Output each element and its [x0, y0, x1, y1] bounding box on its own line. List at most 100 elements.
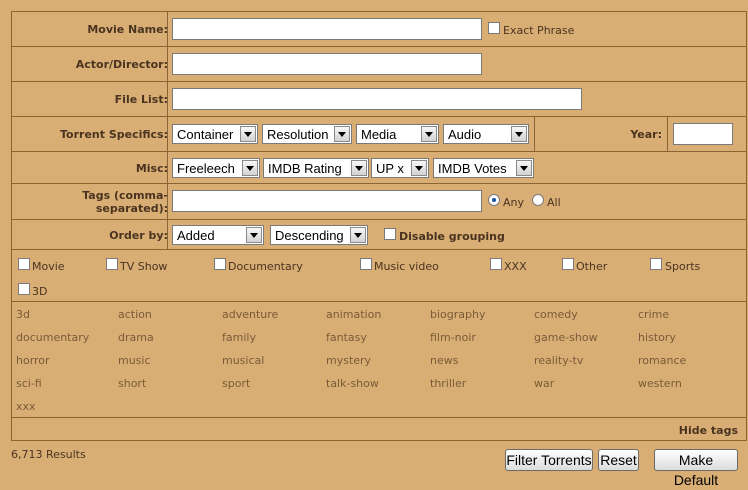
disable-grouping-checkbox[interactable] [384, 228, 396, 240]
category-checkbox-xxx[interactable] [490, 258, 502, 270]
tag-link[interactable]: horror [16, 354, 50, 367]
category-checkbox-sports[interactable] [650, 258, 662, 270]
tag-link[interactable]: sport [222, 377, 250, 390]
misc-label: Misc: [135, 162, 168, 175]
order-field-select[interactable]: Added [172, 225, 264, 245]
tag-link[interactable]: action [118, 308, 152, 321]
tag-link[interactable]: reality-tv [534, 354, 583, 367]
imdb-votes-select-value: IMDB Votes [438, 161, 507, 176]
audio-select[interactable]: Audio [443, 124, 529, 144]
category-label: Documentary [228, 260, 303, 273]
tag-link[interactable]: comedy [534, 308, 578, 321]
category-label: XXX [504, 260, 527, 273]
reset-button[interactable]: Reset [598, 449, 639, 471]
tags-label-line1: Tags (comma- [82, 189, 168, 202]
chevron-down-icon [411, 160, 427, 176]
category-checkbox-tv-show[interactable] [106, 258, 118, 270]
actor-director-input[interactable] [172, 53, 482, 75]
results-count: 6,713 Results [11, 448, 86, 461]
chevron-down-icon [334, 126, 350, 142]
tag-link[interactable]: family [222, 331, 256, 344]
tags-all-label: All [547, 196, 561, 209]
row-tags: Tags (comma- separated): Any All [12, 184, 746, 220]
tag-link[interactable]: talk-show [326, 377, 379, 390]
tags-all-radio[interactable] [532, 194, 544, 206]
category-label: Sports [665, 260, 701, 273]
audio-select-value: Audio [448, 127, 482, 142]
tag-link[interactable]: film-noir [430, 331, 476, 344]
row-file-list: File List: [12, 82, 746, 117]
tag-link[interactable]: animation [326, 308, 381, 321]
tags-any-radio[interactable] [488, 194, 500, 206]
tag-link[interactable]: musical [222, 354, 264, 367]
file-list-input[interactable] [172, 88, 582, 110]
exact-phrase-label: Exact Phrase [503, 24, 575, 37]
up-select[interactable]: UP x [371, 158, 429, 178]
tag-link[interactable]: history [638, 331, 676, 344]
media-select[interactable]: Media [356, 124, 439, 144]
exact-phrase-checkbox[interactable] [488, 22, 500, 34]
tag-link[interactable]: 3d [16, 308, 30, 321]
chevron-down-icon [421, 126, 437, 142]
chevron-down-icon [350, 227, 366, 243]
tag-link[interactable]: western [638, 377, 682, 390]
freeleech-select-value: Freeleech [177, 161, 235, 176]
tag-link[interactable]: mystery [326, 354, 371, 367]
tag-link[interactable]: biography [430, 308, 485, 321]
resolution-select-value: Resolution [267, 127, 329, 142]
tag-link[interactable]: documentary [16, 331, 89, 344]
row-actor-director: Actor/Director: [12, 47, 746, 82]
row-torrent-specifics: Torrent Specifics: Container Resolution … [12, 117, 746, 152]
tags-label-line2: separated): [95, 202, 168, 215]
category-label: TV Show [120, 260, 168, 273]
freeleech-select[interactable]: Freeleech [172, 158, 260, 178]
category-checkbox-documentary[interactable] [214, 258, 226, 270]
category-checkbox-3d[interactable] [18, 283, 30, 295]
actor-director-label: Actor/Director: [75, 58, 168, 71]
tag-link[interactable]: news [430, 354, 458, 367]
tag-link[interactable]: xxx [16, 400, 36, 413]
category-checkbox-movie[interactable] [18, 258, 30, 270]
tag-link[interactable]: romance [638, 354, 686, 367]
chevron-down-icon [242, 160, 258, 176]
tag-link[interactable]: short [118, 377, 146, 390]
category-checkbox-other[interactable] [562, 258, 574, 270]
chevron-down-icon [516, 160, 532, 176]
category-label: Other [576, 260, 608, 273]
row-misc: Misc: Freeleech IMDB Rating UP x IMDB Vo… [12, 152, 746, 184]
tag-link[interactable]: crime [638, 308, 669, 321]
imdb-rating-select-value: IMDB Rating [268, 161, 342, 176]
filter-torrents-button[interactable]: Filter Torrents [505, 449, 593, 471]
chevron-down-icon [240, 126, 256, 142]
movie-name-input[interactable] [172, 18, 482, 40]
tag-link[interactable]: drama [118, 331, 154, 344]
imdb-votes-select[interactable]: IMDB Votes [433, 158, 534, 178]
tags-label: Tags (comma- separated): [12, 189, 168, 215]
tag-link[interactable]: fantasy [326, 331, 367, 344]
container-select[interactable]: Container [172, 124, 258, 144]
tag-link[interactable]: music [118, 354, 151, 367]
year-input[interactable] [673, 123, 733, 145]
tag-link[interactable]: game-show [534, 331, 598, 344]
tag-link[interactable]: war [534, 377, 554, 390]
hide-tags-link[interactable]: Hide tags [679, 424, 738, 437]
up-select-value: UP x [376, 161, 404, 176]
tag-link[interactable]: adventure [222, 308, 278, 321]
order-field-select-value: Added [177, 228, 215, 243]
torrent-specifics-label: Torrent Specifics: [60, 128, 168, 141]
make-default-button[interactable]: Make Default [654, 449, 738, 488]
resolution-select[interactable]: Resolution [262, 124, 352, 144]
movie-name-label: Movie Name: [87, 23, 168, 36]
order-direction-select[interactable]: Descending [270, 225, 368, 245]
tag-link[interactable]: sci-fi [16, 377, 42, 390]
search-form: Movie Name: Exact Phrase Actor/Director:… [11, 11, 747, 441]
row-hide-tags: Hide tags [12, 418, 746, 442]
tag-link[interactable]: thriller [430, 377, 466, 390]
category-checkbox-music-video[interactable] [360, 258, 372, 270]
category-label: 3D [32, 285, 48, 298]
imdb-rating-select[interactable]: IMDB Rating [263, 158, 369, 178]
chevron-down-icon [511, 126, 527, 142]
container-select-value: Container [177, 127, 234, 142]
tags-input[interactable] [172, 190, 482, 212]
category-label: Movie [32, 260, 65, 273]
